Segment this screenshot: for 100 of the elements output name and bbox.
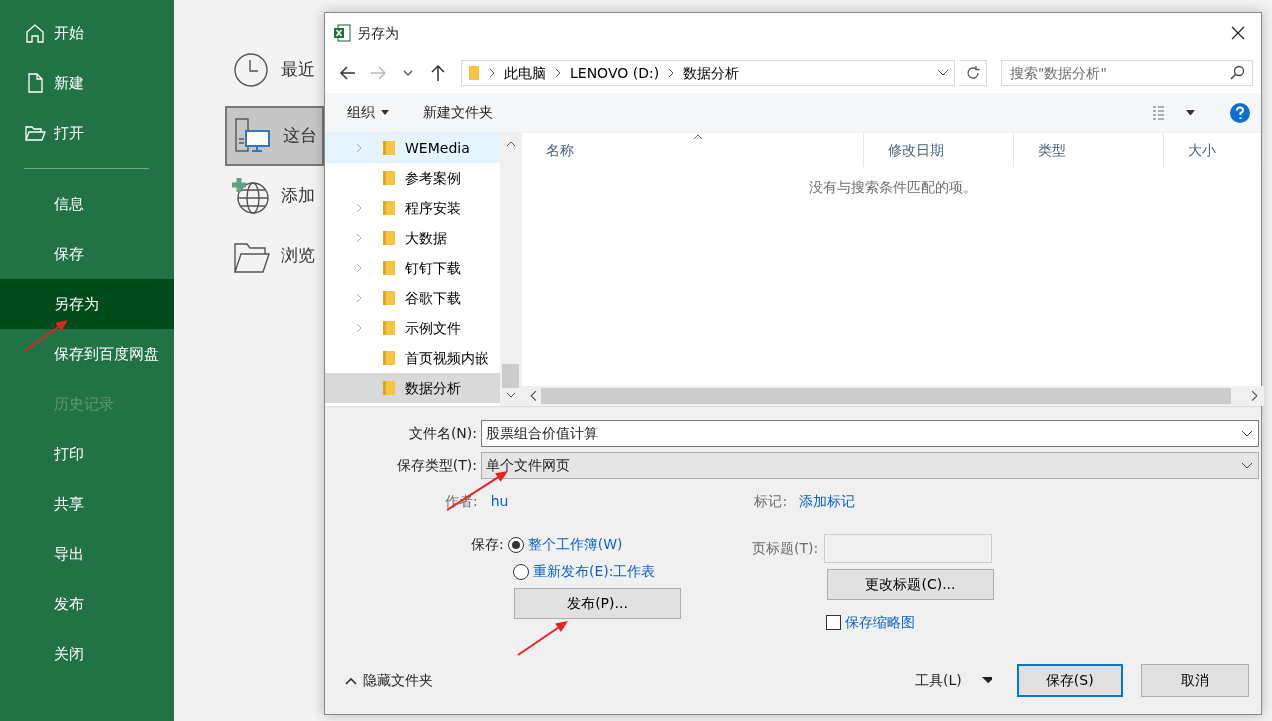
globe-add-icon: [231, 176, 271, 216]
home-icon: [24, 22, 46, 44]
change-title-button[interactable]: 更改标题(C)...: [827, 569, 994, 600]
folder-name: 钉钉下载: [405, 258, 461, 278]
menu-item[interactable]: 导出: [0, 529, 174, 579]
menu-item[interactable]: 发布: [0, 579, 174, 629]
folder-tree-item[interactable]: 钉钉下载: [325, 253, 500, 283]
field-label: 保存类型(T):: [395, 456, 478, 475]
radio-option[interactable]: 重新发布(E):工作表: [513, 561, 656, 582]
clock-icon: [231, 50, 271, 90]
menu-item[interactable]: 打印: [0, 429, 174, 479]
field-label: 作者:: [445, 492, 478, 511]
folder-name: 谷歌下载: [405, 288, 461, 308]
page-title-field[interactable]: [824, 534, 993, 563]
menu-item[interactable]: 新建: [0, 58, 174, 108]
vertical-scrollbar[interactable]: [500, 133, 521, 406]
tags-link[interactable]: 添加标记: [799, 491, 856, 512]
cancel-button[interactable]: 取消: [1140, 664, 1249, 697]
menu-item[interactable]: 关闭: [0, 629, 174, 679]
organize-button[interactable]: 组织: [339, 100, 397, 125]
chevron-down-icon: [1241, 429, 1253, 438]
folder-name: 数据分析: [405, 378, 461, 398]
chevron-down-icon[interactable]: [937, 69, 949, 77]
help-icon[interactable]: [1229, 101, 1251, 124]
tools-button[interactable]: 工具(L): [907, 668, 1000, 693]
folder-name: 示例文件: [405, 318, 461, 338]
address-bar[interactable]: 此电脑 LENOVO (D:) 数据分析: [461, 60, 955, 86]
search-icon: [1229, 65, 1245, 81]
scroll-right-icon[interactable]: [1251, 390, 1258, 402]
menu-item[interactable]: 共享: [0, 479, 174, 529]
folder-tree-item[interactable]: 参考案例: [325, 163, 500, 193]
location-item[interactable]: 添加: [225, 166, 324, 226]
breadcrumb-item[interactable]: LENOVO (D:): [564, 62, 666, 84]
folder-tree-item[interactable]: 数据分析: [325, 373, 500, 403]
folder-name: 程序安装: [405, 198, 461, 218]
scroll-thumb[interactable]: [541, 388, 1231, 404]
field-label: 文件名(N):: [407, 424, 478, 443]
location-item[interactable]: 浏览: [225, 226, 324, 286]
folder-name: 首页视频内嵌: [405, 348, 489, 368]
file-type-dropdown[interactable]: 单个文件网页: [481, 452, 1259, 479]
folder-icon: [383, 320, 395, 336]
scroll-up-icon[interactable]: [505, 141, 516, 147]
field-label: 保存:: [471, 535, 504, 554]
refresh-icon: [964, 65, 981, 81]
folder-icon: [468, 65, 480, 81]
column-header[interactable]: 类型: [1014, 133, 1164, 167]
location-label: 添加: [281, 184, 315, 208]
folder-icon: [383, 170, 395, 186]
folder-tree-item[interactable]: 程序安装: [325, 193, 500, 223]
folder-tree-item[interactable]: 示例文件: [325, 313, 500, 343]
scroll-down-icon[interactable]: [505, 392, 516, 398]
location-item[interactable]: 这台: [225, 106, 324, 166]
hide-folders-button[interactable]: 隐藏文件夹: [337, 668, 441, 693]
menu-item[interactable]: 打开: [0, 108, 174, 158]
breadcrumb-item[interactable]: 数据分析: [677, 62, 746, 84]
caret-icon[interactable]: [1186, 109, 1195, 116]
breadcrumb-item[interactable]: 此电脑: [498, 62, 552, 84]
caret-icon: [981, 677, 992, 684]
menu-item[interactable]: 开始: [0, 8, 174, 58]
folder-icon: [383, 290, 395, 306]
scroll-left-icon[interactable]: [530, 390, 537, 402]
menu-item[interactable]: 保存: [0, 229, 174, 279]
folder-name: 参考案例: [405, 168, 461, 188]
menu-item[interactable]: 信息: [0, 179, 174, 229]
location-label: 这台: [283, 124, 317, 148]
chevron-up-icon: [345, 676, 357, 685]
publish-button[interactable]: 发布(P)...: [514, 588, 681, 619]
new-folder-button[interactable]: 新建文件夹: [415, 100, 501, 125]
scroll-thumb[interactable]: [502, 364, 519, 388]
folder-tree-item[interactable]: 谷歌下载: [325, 283, 500, 313]
column-header[interactable]: 大小: [1164, 133, 1264, 167]
spreadsheet-app-icon: [333, 24, 351, 42]
close-icon: [1231, 26, 1245, 40]
location-item[interactable]: 最近: [225, 40, 324, 100]
folder-icon: [383, 380, 395, 396]
refresh-button[interactable]: [959, 60, 987, 86]
save-button[interactable]: 保存(S): [1016, 664, 1123, 697]
file-name-field[interactable]: 股票组合价值计算: [481, 420, 1259, 447]
horizontal-scrollbar[interactable]: [522, 386, 1264, 406]
radio-option[interactable]: 整个工作簿(W): [507, 534, 623, 555]
folder-name: WEMedia: [405, 138, 470, 158]
search-field[interactable]: 搜索"数据分析": [1001, 60, 1253, 86]
empty-message: 没有与搜索条件匹配的项。: [808, 178, 978, 197]
folder-name: 大数据: [405, 228, 447, 248]
window-title: 另存为: [357, 23, 399, 43]
folder-icon: [383, 260, 395, 276]
folder-tree-item[interactable]: 大数据: [325, 223, 500, 253]
folder-tree-item[interactable]: 首页视频内嵌: [325, 343, 500, 373]
caret-icon: [381, 110, 389, 115]
field-label: 页标题(T):: [752, 539, 819, 558]
column-header[interactable]: 修改日期: [864, 133, 1014, 167]
menu-item[interactable]: 保存到百度网盘: [0, 329, 174, 379]
author-link[interactable]: hu: [490, 491, 509, 512]
chevron-down-icon: [1241, 461, 1253, 470]
thumbnail-checkbox[interactable]: 保存缩略图: [826, 612, 915, 633]
folder-icon: [383, 200, 395, 216]
folder-icon: [383, 350, 395, 366]
menu-item[interactable]: 另存为: [0, 279, 174, 329]
column-header[interactable]: 名称: [522, 133, 864, 167]
folder-tree-item[interactable]: WEMedia: [325, 133, 500, 163]
